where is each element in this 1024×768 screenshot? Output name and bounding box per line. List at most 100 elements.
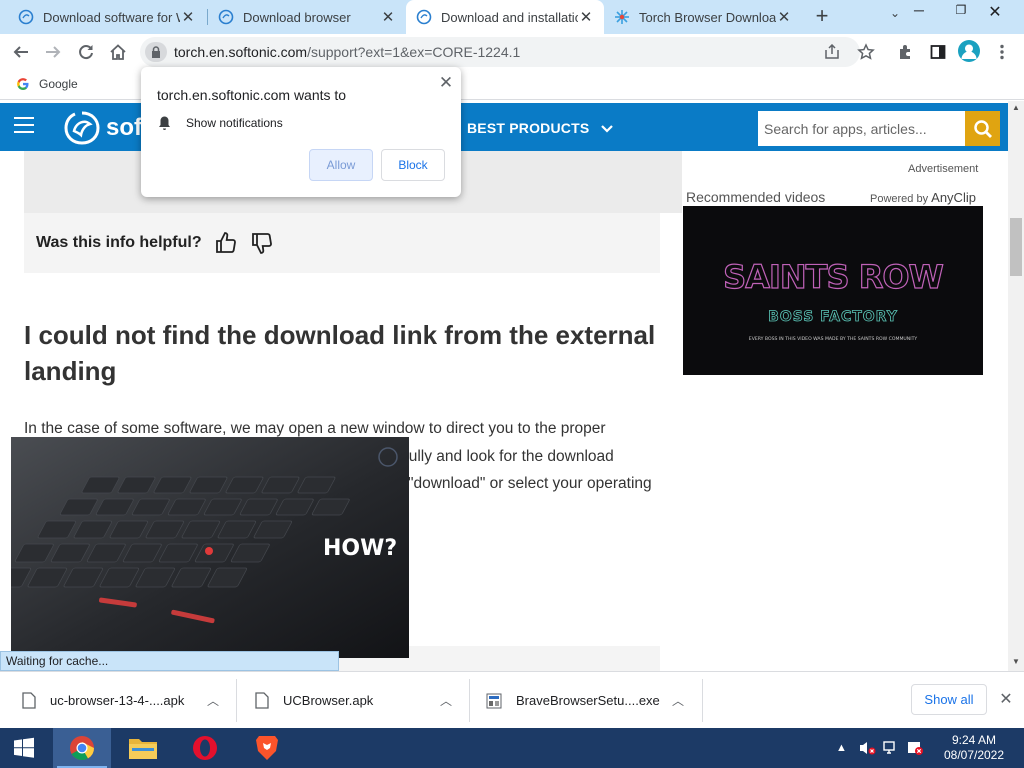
start-button[interactable]: [0, 728, 48, 768]
home-button[interactable]: [106, 40, 130, 64]
scroll-up-arrow-icon[interactable]: ▲: [1008, 103, 1024, 112]
page-scrollbar[interactable]: [1008, 101, 1024, 671]
tab-title: Download and installatio: [441, 9, 578, 25]
bookmark-star-icon[interactable]: [857, 43, 875, 61]
network-icon[interactable]: [882, 728, 900, 768]
new-tab-button[interactable]: +: [810, 5, 834, 29]
file-icon: [22, 692, 36, 709]
show-all-downloads-button[interactable]: Show all: [911, 684, 987, 715]
home-icon: [110, 44, 126, 60]
address-bar[interactable]: torch.en.softonic.com/support?ext=1&ex=C…: [140, 37, 875, 67]
back-arrow-icon: [13, 46, 28, 58]
thumbs-up-icon[interactable]: [214, 231, 238, 255]
search-icon: [973, 119, 992, 138]
tab-close-icon[interactable]: ✕: [380, 8, 396, 26]
tab-download-installation[interactable]: Download and installatio ✕: [406, 0, 604, 34]
helpful-question: Was this info helpful?: [36, 234, 202, 251]
scrollbar-thumb[interactable]: [1010, 218, 1022, 276]
video-title-line1: SAINTS ROW: [723, 258, 943, 296]
share-icon[interactable]: [824, 44, 840, 60]
thumbs-down-icon[interactable]: [250, 231, 274, 255]
back-button[interactable]: [9, 40, 33, 64]
download-item[interactable]: BraveBrowserSetu....exe ︿: [486, 679, 698, 722]
security-alert-icon[interactable]: [906, 728, 924, 768]
popup-title: torch.en.softonic.com wants to: [157, 87, 347, 103]
tab-search-chevron-icon[interactable]: ⌄: [890, 6, 900, 20]
anyclip-brand: AnyClip: [931, 190, 976, 205]
tab-close-icon[interactable]: ✕: [180, 8, 196, 26]
popup-close-icon[interactable]: ✕: [437, 73, 455, 93]
tab-title: Download browser: [243, 9, 351, 25]
download-item[interactable]: UCBrowser.apk ︿: [255, 679, 465, 722]
bookmark-google[interactable]: Google: [16, 77, 78, 91]
url-host: torch.en.softonic.com: [174, 44, 308, 60]
side-panel-button[interactable]: [926, 40, 950, 64]
url-path: /support?ext=1&ex=CORE-1224.1: [307, 44, 521, 60]
advertisement-label: Advertisement: [908, 163, 979, 175]
opera-icon: [193, 736, 217, 760]
file-icon: [255, 692, 269, 709]
window-close-icon[interactable]: ✕: [980, 2, 1010, 22]
taskbar-file-explorer[interactable]: [114, 728, 172, 768]
minimize-icon[interactable]: ─: [904, 2, 934, 18]
download-options-chevron-icon[interactable]: ︿: [440, 692, 452, 709]
block-button[interactable]: Block: [381, 149, 445, 181]
site-search-input[interactable]: [758, 111, 965, 146]
lock-icon[interactable]: [145, 42, 167, 62]
allow-button[interactable]: Allow: [309, 149, 373, 181]
tab-download-software[interactable]: Download software for W ✕: [8, 0, 206, 34]
taskbar-brave[interactable]: [238, 728, 296, 768]
tab-download-browser[interactable]: Download browser ✕: [208, 0, 406, 34]
bookmark-label: Google: [39, 77, 78, 91]
kebab-menu-icon: [1000, 44, 1004, 60]
site-search-button[interactable]: [965, 111, 1000, 146]
reload-icon: [79, 45, 93, 60]
shelf-separator: [702, 679, 703, 722]
close-shelf-icon[interactable]: ✕: [998, 689, 1014, 709]
chrome-menu-button[interactable]: [990, 40, 1014, 64]
taskbar-opera[interactable]: [176, 728, 234, 768]
download-options-chevron-icon[interactable]: ︿: [672, 692, 684, 709]
clock-time: 9:24 AM: [951, 733, 997, 747]
browser-toolbar: torch.en.softonic.com/support?ext=1&ex=C…: [0, 34, 1024, 70]
forward-button[interactable]: [41, 40, 65, 64]
tab-close-icon[interactable]: ✕: [578, 8, 594, 26]
clock-date: 08/07/2022: [943, 748, 1005, 762]
recommended-video-player[interactable]: SAINTS ROW BOSS FACTORY EVERY BOSS IN TH…: [683, 206, 983, 375]
softonic-logo[interactable]: soft: [64, 111, 150, 145]
video-caption: EVERY BOSS IN THIS VIDEO WAS MADE BY THE…: [749, 336, 918, 342]
forward-arrow-icon: [46, 46, 61, 58]
extensions-button[interactable]: [894, 40, 918, 64]
taskbar-chrome[interactable]: [53, 728, 111, 768]
shelf-separator: [469, 679, 470, 722]
download-options-chevron-icon[interactable]: ︿: [207, 692, 219, 709]
best-products-menu[interactable]: BEST PRODUCTS: [467, 120, 614, 136]
hamburger-menu-icon[interactable]: [14, 117, 34, 138]
tab-strip: Download software for W ✕ Download brows…: [0, 0, 1024, 34]
restore-icon[interactable]: ❐: [946, 3, 976, 17]
bell-icon: [159, 116, 170, 130]
video-overlay-text: HOW?: [323, 536, 398, 561]
tray-overflow-icon[interactable]: ▲: [836, 728, 847, 768]
profile-avatar[interactable]: [958, 40, 980, 62]
floating-video-player[interactable]: HOW?: [11, 437, 409, 658]
best-products-label: BEST PRODUCTS: [467, 120, 590, 136]
powered-by-label: Powered by: [870, 193, 929, 205]
status-bar: Waiting for cache...: [0, 651, 339, 671]
tab-close-icon[interactable]: ✕: [776, 8, 792, 26]
reload-button[interactable]: [74, 40, 98, 64]
powered-by-anyclip[interactable]: Powered by AnyClip: [870, 190, 976, 205]
download-item[interactable]: uc-browser-13-4-....apk ︿: [22, 679, 232, 722]
folder-icon: [129, 739, 157, 759]
chrome-icon: [70, 736, 94, 761]
softonic-favicon-icon: [218, 9, 234, 25]
taskbar-clock[interactable]: 9:24 AM 08/07/2022: [938, 733, 1010, 763]
scroll-down-arrow-icon[interactable]: ▼: [1008, 657, 1024, 666]
shelf-separator: [236, 679, 237, 722]
tab-torch-browser-download[interactable]: Torch Browser Download ✕: [604, 0, 802, 34]
torch-favicon-icon: [615, 10, 629, 24]
chevron-down-icon: [601, 125, 614, 133]
volume-muted-icon[interactable]: [858, 728, 876, 768]
installer-file-icon: [486, 693, 502, 708]
helpful-feedback-box: Was this info helpful?: [24, 213, 660, 273]
